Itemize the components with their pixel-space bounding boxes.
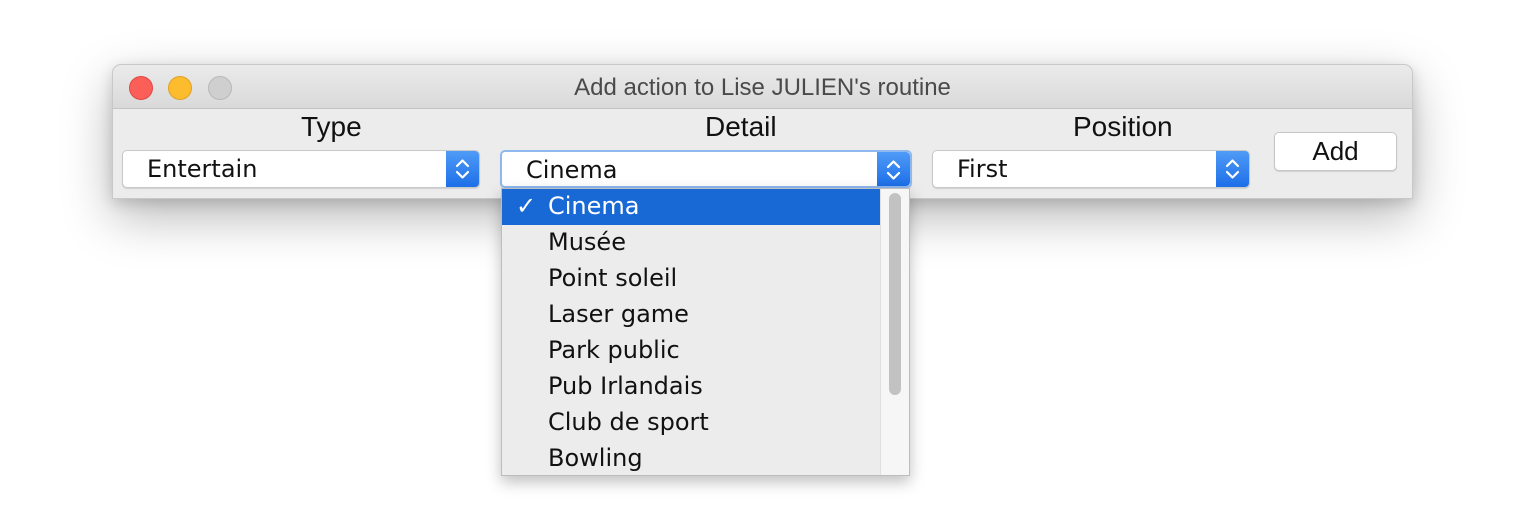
checkmark-icon: ✓ [516, 192, 537, 220]
updown-chevron-icon [446, 151, 479, 187]
dropdown-item-label: Laser game [548, 300, 689, 328]
title-bar[interactable]: Add action to Lise JULIEN's routine [113, 65, 1412, 109]
dropdown-item-club-de-sport[interactable]: Club de sport [502, 405, 881, 441]
dialog-window: Add action to Lise JULIEN's routine Type… [112, 64, 1413, 199]
dropdown-item-label: Club de sport [548, 408, 709, 436]
detail-label: Detail [705, 111, 777, 142]
updown-chevron-icon [877, 152, 910, 186]
dropdown-item-label: Pub Irlandais [548, 372, 703, 400]
dropdown-item-point-soleil[interactable]: Point soleil [502, 261, 881, 297]
dropdown-item-label: Musée [548, 228, 626, 256]
dropdown-item-pub-irlandais[interactable]: Pub Irlandais [502, 369, 881, 405]
dropdown-item-musee[interactable]: Musée [502, 225, 881, 261]
detail-select-value: Cinema [526, 156, 618, 184]
dropdown-item-laser-game[interactable]: Laser game [502, 297, 881, 333]
detail-dropdown-list[interactable]: ✓ Cinema Musée Point soleil Laser game P… [501, 188, 910, 476]
dropdown-item-label: Cinema [548, 192, 640, 220]
position-label: Position [1073, 111, 1173, 142]
dropdown-item-cinema[interactable]: ✓ Cinema [502, 189, 881, 225]
dropdown-scrollbar[interactable] [880, 189, 909, 475]
add-button[interactable]: Add [1274, 132, 1397, 171]
position-select-value: First [957, 155, 1008, 183]
dropdown-item-label: Park public [548, 336, 680, 364]
type-label: Type [301, 111, 362, 142]
type-select[interactable]: Entertain [122, 150, 480, 188]
dropdown-item-label: Bowling [548, 444, 643, 472]
window-title: Add action to Lise JULIEN's routine [574, 74, 951, 101]
position-select[interactable]: First [932, 150, 1250, 188]
type-select-value: Entertain [147, 155, 258, 183]
dropdown-item-bowling[interactable]: Bowling [502, 441, 881, 475]
scrollbar-thumb[interactable] [889, 193, 901, 395]
dropdown-item-park-public[interactable]: Park public [502, 333, 881, 369]
updown-chevron-icon [1216, 151, 1249, 187]
detail-select[interactable]: Cinema [500, 150, 912, 188]
dropdown-item-label: Point soleil [548, 264, 678, 292]
